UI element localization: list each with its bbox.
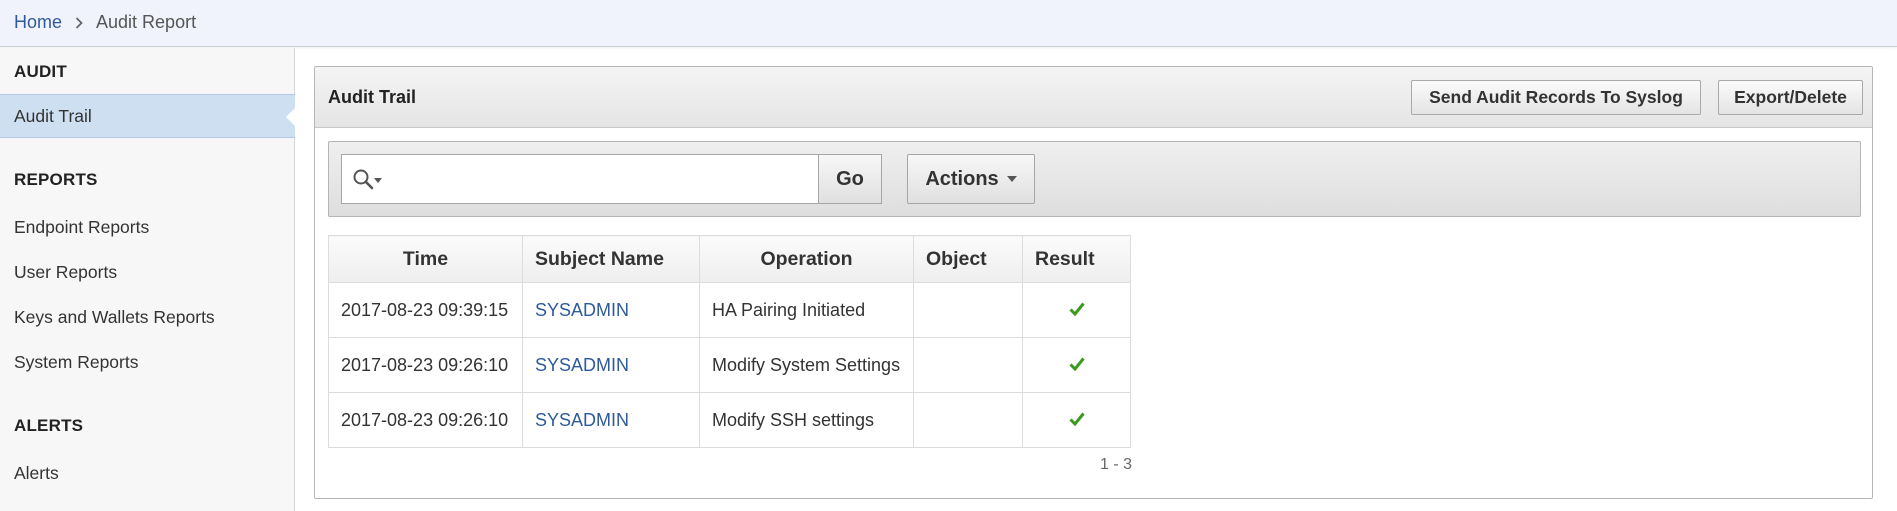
sidebar-item-label: Endpoint Reports — [14, 216, 150, 237]
sidebar-item-keys-wallets-reports[interactable]: Keys and Wallets Reports — [0, 295, 295, 339]
audit-table: Time Subject Name Operation Object Resul… — [328, 235, 1131, 448]
cell-object — [913, 392, 1023, 448]
cell-time: 2017-08-23 09:26:10 — [328, 337, 523, 393]
cell-result — [1022, 392, 1131, 448]
pagination-range: 1 - 3 — [1099, 456, 1132, 473]
sidebar-item-audit-trail[interactable]: Audit Trail — [0, 94, 296, 138]
chevron-right-icon — [70, 14, 88, 32]
cell-object — [913, 282, 1023, 338]
breadcrumb-bar: Home Audit Report — [0, 0, 1897, 47]
actions-menu-button[interactable]: Actions — [907, 154, 1035, 204]
audit-trail-region: Audit Trail Send Audit Records To Syslog… — [314, 66, 1873, 499]
caret-down-icon — [1006, 176, 1017, 182]
subject-name-link[interactable]: SYSADMIN — [535, 410, 629, 430]
column-header-subject-name[interactable]: Subject Name — [522, 235, 700, 283]
cell-operation: Modify System Settings — [699, 337, 914, 393]
sidebar-item-system-reports[interactable]: System Reports — [0, 340, 295, 384]
send-to-syslog-button[interactable]: Send Audit Records To Syslog — [1411, 80, 1701, 115]
checkmark-icon — [1068, 410, 1085, 426]
subject-name-link[interactable]: SYSADMIN — [535, 300, 629, 320]
search-icon[interactable] — [352, 168, 388, 192]
sidebar-item-label: System Reports — [14, 351, 139, 372]
search-input[interactable] — [392, 155, 817, 203]
column-header-object[interactable]: Object — [913, 235, 1023, 283]
cell-time: 2017-08-23 09:26:10 — [328, 392, 523, 448]
cell-operation: HA Pairing Initiated — [699, 282, 914, 338]
sidebar-heading-alerts: ALERTS — [14, 416, 84, 435]
cell-object — [913, 337, 1023, 393]
breadcrumb-home-link[interactable]: Home — [14, 12, 62, 33]
column-header-operation[interactable]: Operation — [699, 235, 914, 283]
region-header: Audit Trail Send Audit Records To Syslog… — [315, 67, 1872, 128]
breadcrumb-current: Audit Report — [96, 12, 197, 32]
actions-label: Actions — [925, 167, 999, 190]
breadcrumb: Home Audit Report — [14, 12, 196, 33]
column-header-result[interactable]: Result — [1022, 235, 1131, 283]
subject-name-link[interactable]: SYSADMIN — [535, 355, 629, 375]
sidebar-item-label: Audit Trail — [14, 105, 92, 126]
sidebar-item-user-reports[interactable]: User Reports — [0, 250, 295, 294]
sidebar-heading-reports: REPORTS — [14, 170, 98, 189]
cell-result — [1022, 337, 1131, 393]
table-header-row: Time Subject Name Operation Object Resul… — [328, 235, 1131, 283]
sidebar-heading-audit: AUDIT — [14, 62, 67, 81]
sidebar-item-label: Alerts — [14, 462, 59, 483]
column-header-time[interactable]: Time — [328, 235, 523, 283]
cell-result — [1022, 282, 1131, 338]
export-delete-button[interactable]: Export/Delete — [1718, 80, 1863, 115]
sidebar-item-label: Keys and Wallets Reports — [14, 306, 215, 327]
cell-operation: Modify SSH settings — [699, 392, 914, 448]
checkmark-icon — [1068, 355, 1085, 371]
checkmark-icon — [1068, 300, 1085, 316]
table-row: 2017-08-23 09:39:15 SYSADMIN HA Pairing … — [328, 282, 1131, 338]
table-row: 2017-08-23 09:26:10 SYSADMIN Modify SSH … — [328, 392, 1131, 448]
sidebar-item-endpoint-reports[interactable]: Endpoint Reports — [0, 205, 295, 249]
sidebar-item-alerts[interactable]: Alerts — [0, 451, 295, 495]
cell-time: 2017-08-23 09:39:15 — [328, 282, 523, 338]
sidebar-item-label: User Reports — [14, 261, 118, 282]
sidebar: AUDIT Audit Trail REPORTS Endpoint Repor… — [0, 48, 296, 511]
search-box — [341, 154, 818, 204]
table-row: 2017-08-23 09:26:10 SYSADMIN Modify Syst… — [328, 337, 1131, 393]
report-toolbar: Go Actions — [328, 141, 1861, 217]
go-button[interactable]: Go — [818, 154, 882, 204]
region-title: Audit Trail — [328, 87, 417, 107]
